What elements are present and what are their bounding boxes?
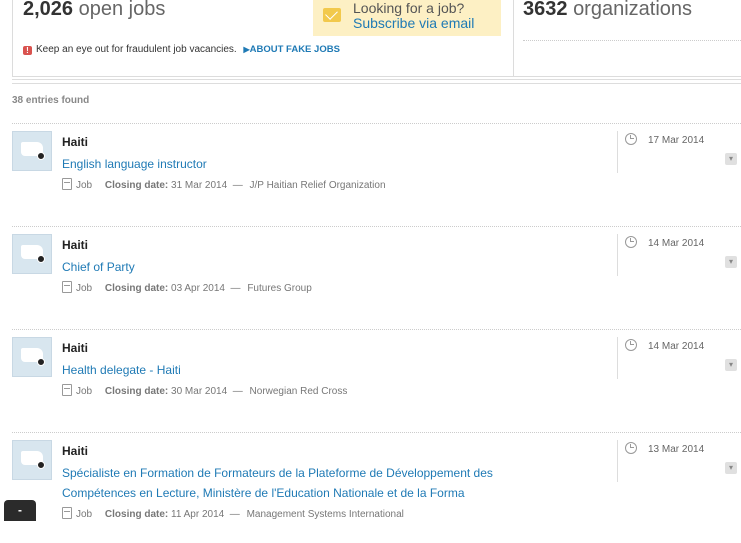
list-item: Haiti Spécialiste en Formation de Format…: [12, 432, 741, 543]
closing-date-label: Closing date:: [104, 509, 169, 520]
item-divider: [12, 432, 741, 433]
job-organization: J/P Haitian Relief Organization: [249, 180, 386, 191]
stats-divider: [513, 0, 514, 76]
expand-chevron-icon[interactable]: ▾: [725, 359, 737, 371]
date-divider: [617, 337, 618, 379]
meta-dash: —: [232, 386, 243, 397]
job-organization: Futures Group: [247, 283, 312, 294]
organizations-label: organizations: [573, 0, 693, 20]
job-title-link[interactable]: Health delegate - Haiti: [62, 360, 542, 380]
meta-dash: —: [232, 180, 243, 191]
closing-date: 31 Mar 2014: [171, 180, 228, 191]
open-jobs-stat: 2,026 open jobs: [23, 0, 165, 21]
job-country: Haiti: [62, 135, 89, 149]
country-map-thumbnail: [12, 440, 52, 480]
bottom-toggle-tab[interactable]: -: [4, 500, 36, 521]
expand-chevron-icon[interactable]: ▾: [725, 462, 737, 474]
date-divider: [617, 234, 618, 276]
open-jobs-label: open jobs: [78, 0, 166, 20]
closing-date: 30 Mar 2014: [171, 386, 228, 397]
about-fake-jobs-link[interactable]: ABOUT FAKE JOBS: [243, 44, 339, 55]
document-icon: [62, 507, 72, 519]
meta-dash: —: [229, 509, 240, 520]
job-meta: Job Closing date: 30 Mar 2014 — Norwegia…: [62, 384, 347, 397]
document-icon: [62, 281, 72, 293]
date-divider: [617, 131, 618, 173]
expand-chevron-icon[interactable]: ▾: [725, 153, 737, 165]
warning-icon: !: [23, 46, 32, 55]
posted-date: 14 Mar 2014: [648, 341, 705, 352]
meta-dash: —: [230, 283, 241, 294]
list-item: Haiti English language instructor Job Cl…: [12, 123, 741, 234]
job-country: Haiti: [62, 444, 89, 458]
stats-panel: 2,026 open jobs Looking for a job? Subsc…: [12, 0, 741, 77]
job-type: Job: [76, 283, 93, 294]
document-icon: [62, 384, 72, 396]
dotted-divider: [523, 40, 741, 41]
closing-date-label: Closing date:: [104, 386, 169, 397]
job-type: Job: [76, 386, 93, 397]
document-icon: [62, 178, 72, 190]
job-country: Haiti: [62, 341, 89, 355]
clock-icon: [625, 339, 637, 351]
job-meta: Job Closing date: 11 Apr 2014 — Manageme…: [62, 507, 404, 520]
posted-date: 13 Mar 2014: [648, 444, 705, 455]
country-map-thumbnail: [12, 131, 52, 171]
posted-date: 17 Mar 2014: [648, 135, 705, 146]
item-divider: [12, 329, 741, 330]
posted-date: 14 Mar 2014: [648, 238, 705, 249]
job-title-link[interactable]: Spécialiste en Formation de Formateurs d…: [62, 463, 542, 503]
expand-chevron-icon[interactable]: ▾: [725, 256, 737, 268]
job-organization: Norwegian Red Cross: [249, 386, 348, 397]
subscribe-box[interactable]: Looking for a job? Subscribe via email: [313, 0, 501, 36]
job-meta: Job Closing date: 31 Mar 2014 — J/P Hait…: [62, 178, 386, 191]
job-country: Haiti: [62, 238, 89, 252]
list-item: Haiti Health delegate - Haiti Job Closin…: [12, 329, 741, 440]
open-jobs-count: 2,026: [23, 0, 74, 20]
job-title-link[interactable]: English language instructor: [62, 154, 542, 174]
job-type: Job: [76, 509, 93, 520]
organizations-stat: 3632 organizations: [523, 0, 692, 21]
subscribe-prompt: Looking for a job?: [353, 0, 465, 16]
job-title-link[interactable]: Chief of Party: [62, 257, 542, 277]
list-item: Haiti Chief of Party Job Closing date: 0…: [12, 226, 741, 337]
job-type: Job: [76, 180, 93, 191]
job-meta: Job Closing date: 03 Apr 2014 — Futures …: [62, 281, 312, 294]
job-organization: Management Systems International: [246, 509, 404, 520]
closing-date: 03 Apr 2014: [171, 283, 225, 294]
closing-date-label: Closing date:: [104, 283, 169, 294]
country-map-thumbnail: [12, 337, 52, 377]
mail-icon: [323, 8, 341, 22]
clock-icon: [625, 236, 637, 248]
subscribe-link[interactable]: Subscribe via email: [353, 15, 474, 31]
closing-date-label: Closing date:: [104, 180, 169, 191]
date-divider: [617, 440, 618, 482]
entries-count: 38 entries found: [12, 95, 90, 106]
fraud-warning: ! Keep an eye out for fraudulent job vaca…: [23, 44, 340, 55]
closing-date: 11 Apr 2014: [171, 509, 225, 520]
organizations-count: 3632: [523, 0, 568, 20]
warning-text: Keep an eye out for fraudulent job vacan…: [36, 44, 237, 55]
section-divider: [12, 79, 741, 84]
clock-icon: [625, 442, 637, 454]
item-divider: [12, 226, 741, 227]
country-map-thumbnail: [12, 234, 52, 274]
clock-icon: [625, 133, 637, 145]
item-divider: [12, 123, 741, 124]
